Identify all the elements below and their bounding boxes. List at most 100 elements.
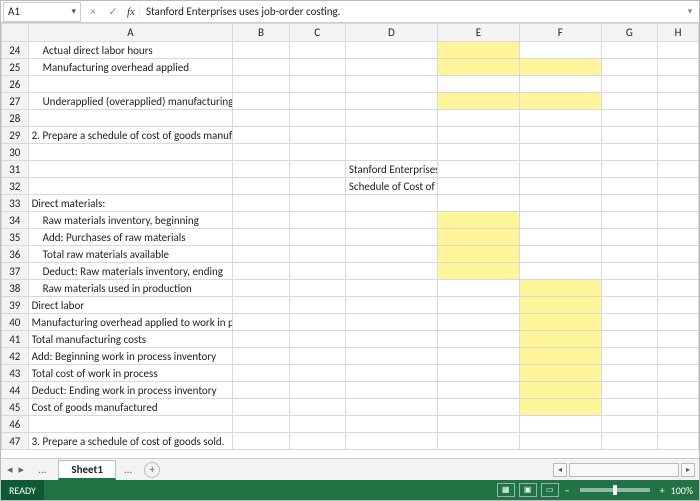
name-box[interactable]: A1 ▾ [3,2,81,22]
cell[interactable] [519,331,601,348]
cell[interactable] [519,195,601,212]
row-header[interactable]: 42 [2,348,29,365]
cell[interactable] [233,314,289,331]
cell[interactable]: 3. Prepare a schedule of cost of goods s… [28,433,233,450]
cell[interactable] [658,212,699,229]
cell[interactable] [601,178,657,195]
cell[interactable] [233,144,289,161]
cell[interactable] [658,331,699,348]
formula-input[interactable]: Stanford Enterprises uses job-order cost… [139,5,681,18]
cell[interactable] [28,161,233,178]
cell[interactable] [437,433,519,450]
cell[interactable] [289,382,345,399]
add-sheet-button[interactable]: + [144,462,160,478]
cell[interactable] [233,161,289,178]
cell[interactable] [345,110,437,127]
cell[interactable] [658,297,699,314]
cell[interactable] [289,365,345,382]
cell[interactable] [233,331,289,348]
cell[interactable] [658,382,699,399]
cell[interactable] [289,246,345,263]
tab-overflow[interactable]: ... [30,463,54,476]
cell[interactable] [289,144,345,161]
cell[interactable] [519,399,601,416]
cell[interactable] [345,76,437,93]
cell[interactable] [601,314,657,331]
cell[interactable] [658,229,699,246]
cell[interactable] [601,144,657,161]
col-header[interactable]: D [345,24,437,42]
cell[interactable] [437,314,519,331]
cell[interactable]: Underapplied (overapplied) manufacturing… [28,93,233,110]
cell[interactable] [289,178,345,195]
cell[interactable] [519,297,601,314]
expand-formula-icon[interactable]: ▾ [681,6,699,17]
cell[interactable] [345,416,437,433]
cell[interactable]: Deduct: Ending work in process inventory [28,382,233,399]
cell[interactable] [601,331,657,348]
cell[interactable] [345,348,437,365]
cell[interactable] [345,399,437,416]
cell[interactable] [658,246,699,263]
cell[interactable] [601,365,657,382]
cell[interactable] [519,42,601,59]
view-page-break-icon[interactable]: ▭ [541,483,559,497]
cell[interactable] [519,127,601,144]
row-header[interactable]: 39 [2,297,29,314]
cell[interactable] [437,76,519,93]
cell[interactable] [519,93,601,110]
cell[interactable] [519,263,601,280]
row-header[interactable]: 47 [2,433,29,450]
cell[interactable] [345,59,437,76]
cell[interactable] [233,76,289,93]
row-header[interactable]: 34 [2,212,29,229]
cell[interactable]: Direct materials: [28,195,233,212]
row-header[interactable]: 30 [2,144,29,161]
row-header[interactable]: 28 [2,110,29,127]
cell[interactable] [658,399,699,416]
cell[interactable] [601,110,657,127]
cell[interactable] [519,212,601,229]
cell[interactable] [28,178,233,195]
row-header[interactable]: 40 [2,314,29,331]
col-header[interactable]: E [437,24,519,42]
cell[interactable]: Actual direct labor hours [28,42,233,59]
row-header[interactable]: 27 [2,93,29,110]
col-header[interactable]: B [233,24,289,42]
cell[interactable] [345,229,437,246]
cell[interactable] [233,348,289,365]
cell[interactable]: Total cost of work in process [28,365,233,382]
cell[interactable] [28,416,233,433]
cell[interactable] [601,348,657,365]
cell[interactable] [437,331,519,348]
cell[interactable] [289,297,345,314]
row-header[interactable]: 32 [2,178,29,195]
cell[interactable] [233,42,289,59]
cancel-formula-button[interactable]: × [83,5,103,18]
cell[interactable] [28,144,233,161]
cell[interactable] [519,161,601,178]
cell[interactable] [601,212,657,229]
row-header[interactable]: 36 [2,246,29,263]
col-header[interactable]: F [519,24,601,42]
zoom-in-button[interactable]: + [658,484,667,497]
cell[interactable] [658,178,699,195]
cell[interactable] [658,280,699,297]
cell[interactable] [437,212,519,229]
cell[interactable] [345,127,437,144]
cell[interactable]: Schedule of Cost of Goods Manufactured [345,178,437,195]
chevron-down-icon[interactable]: ▾ [71,6,76,17]
cell[interactable] [658,348,699,365]
horizontal-scrollbar[interactable]: ◂ ▸ [553,463,699,477]
cell[interactable] [345,93,437,110]
cell[interactable] [601,93,657,110]
cell[interactable] [437,263,519,280]
cell[interactable] [437,59,519,76]
cell[interactable] [519,144,601,161]
cell[interactable] [289,314,345,331]
col-header[interactable]: C [289,24,345,42]
cell[interactable] [437,93,519,110]
tab-next-icon[interactable]: ▸ [19,463,25,476]
cell[interactable] [345,263,437,280]
cell[interactable]: Stanford Enterprises [345,161,437,178]
